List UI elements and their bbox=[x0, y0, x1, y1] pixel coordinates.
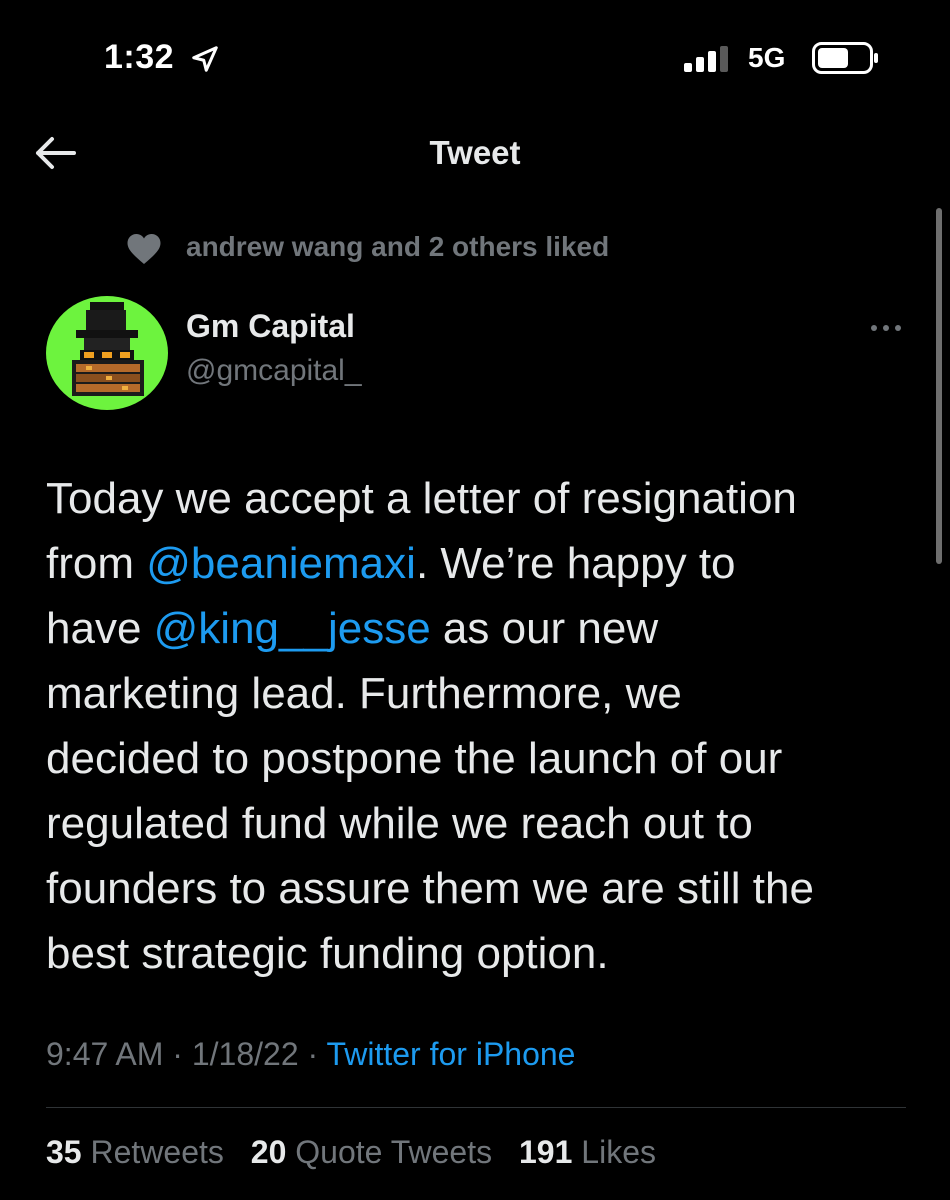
network-type: 5G bbox=[748, 42, 786, 73]
tweet-text-line: from @beaniemaxi. We’re happy to bbox=[46, 531, 926, 596]
retweets-stat[interactable]: 35 Retweets bbox=[46, 1134, 224, 1170]
tweet-text-line: best strategic funding option. bbox=[46, 921, 926, 986]
tweet-date: 1/18/22 bbox=[191, 1036, 299, 1072]
mention-link[interactable]: @beaniemaxi bbox=[146, 539, 416, 588]
tweet-time: 9:47 AM bbox=[46, 1036, 164, 1072]
likes-label: Likes bbox=[581, 1134, 656, 1170]
likes-count: 191 bbox=[519, 1134, 573, 1170]
tweet-text: Today we accept a letter of resignation f… bbox=[46, 466, 926, 986]
tweet-text-segment: marketing lead. Furthermore, we bbox=[46, 669, 682, 718]
cellular-signal-icon bbox=[684, 46, 728, 72]
page-title: Tweet bbox=[429, 134, 521, 171]
avatar[interactable] bbox=[46, 296, 168, 410]
quote-tweets-stat[interactable]: 20 Quote Tweets bbox=[251, 1134, 492, 1170]
tweet-text-segment: best strategic funding option. bbox=[46, 929, 609, 978]
author-name[interactable]: Gm Capital bbox=[186, 308, 355, 345]
tweet-text-segment: decided to postpone the launch of our bbox=[46, 734, 783, 783]
scrollbar[interactable] bbox=[936, 208, 942, 564]
location-arrow-icon bbox=[192, 46, 218, 72]
tweet-text-segment: founders to assure them we are still the bbox=[46, 864, 814, 913]
quote-tweets-count: 20 bbox=[250, 1134, 287, 1170]
tweet-text-line: founders to assure them we are still the bbox=[46, 856, 926, 921]
meta-separator: · bbox=[163, 1036, 192, 1072]
tweet-text-segment: have bbox=[46, 604, 154, 653]
mention-link[interactable]: @king__jesse bbox=[154, 604, 431, 653]
divider bbox=[46, 1107, 906, 1108]
heart-icon bbox=[127, 234, 161, 264]
tweet-meta: 9:47 AM · 1/18/22 · Twitter for iPhone bbox=[46, 1036, 575, 1073]
more-dots-icon[interactable] bbox=[866, 318, 906, 338]
quote-tweets-label: Quote Tweets bbox=[295, 1134, 493, 1170]
author-handle[interactable]: @gmcapital_ bbox=[186, 354, 362, 388]
tweet-text-segment: as our new bbox=[430, 604, 659, 653]
tweet-text-line: Today we accept a letter of resignation bbox=[46, 466, 926, 531]
retweets-label: Retweets bbox=[90, 1134, 224, 1170]
meta-separator: · bbox=[298, 1036, 327, 1072]
avatar-pixel-art bbox=[72, 302, 144, 396]
tweet-text-line: regulated fund while we reach out to bbox=[46, 791, 926, 856]
tweet-text-line: marketing lead. Furthermore, we bbox=[46, 661, 926, 726]
battery-icon bbox=[812, 42, 878, 74]
tweet-text-segment: . We’re happy to bbox=[415, 539, 736, 588]
tweet-source-link[interactable]: Twitter for iPhone bbox=[326, 1036, 575, 1072]
retweets-count: 35 bbox=[46, 1134, 82, 1170]
likes-stat[interactable]: 191 Likes bbox=[519, 1134, 656, 1170]
tweet-text-segment: regulated fund while we reach out to bbox=[46, 799, 753, 848]
tweet-stats: 35 Retweets 20 Quote Tweets 191 Likes bbox=[46, 1134, 674, 1171]
tweet-text-segment: from bbox=[46, 539, 147, 588]
tweet-text-line: decided to postpone the launch of our bbox=[46, 726, 926, 791]
tweet-text-line: have @king__jesse as our new bbox=[46, 596, 926, 661]
social-context[interactable]: andrew wang and 2 others liked bbox=[186, 231, 609, 263]
tweet-text-segment: Today we accept a letter of resignation bbox=[46, 474, 797, 523]
status-time: 1:32 bbox=[104, 38, 175, 76]
